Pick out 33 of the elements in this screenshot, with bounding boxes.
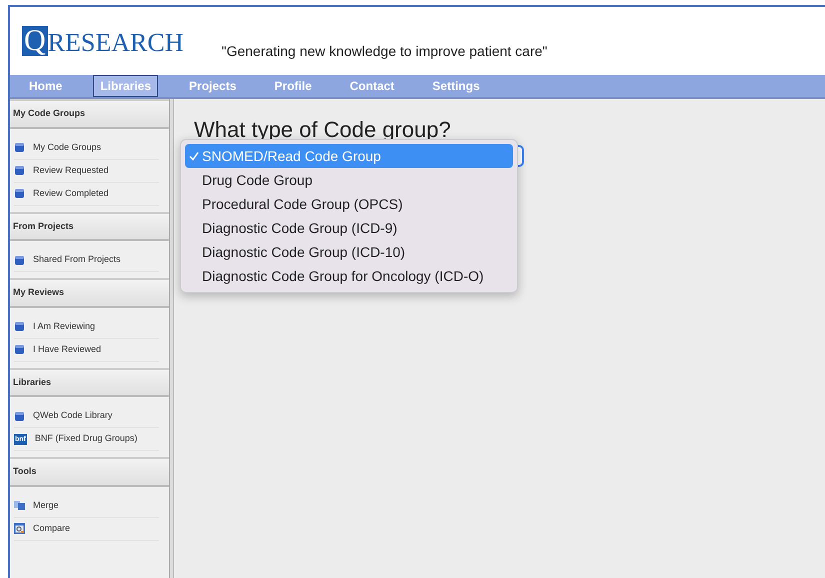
sidebar-link[interactable]: Merge [33,498,59,512]
sidebar-link[interactable]: My Code Groups [33,140,102,154]
dropdown-option[interactable]: Diagnostic Code Group for Oncology (ICD-O) [185,264,513,288]
cube-icon [14,321,25,332]
sidebar-link[interactable]: BNF (Fixed Drug Groups) [34,432,138,446]
compare-icon [14,523,25,534]
section-header: Libraries [10,368,169,397]
cube-icon [14,344,25,355]
section-header: My Code Groups [10,99,169,128]
dropdown-option[interactable]: Procedural Code Group (OPCS) [185,192,513,216]
dropdown-option[interactable]: Diagnostic Code Group (ICD-9) [185,216,513,240]
cube-icon [14,165,25,176]
sidebar-link[interactable]: QWeb Code Library [33,409,112,423]
cube-icon [14,188,25,199]
dropdown-option[interactable]: Drug Code Group [185,168,513,192]
logo-wordmark: RESEARCH [48,30,184,56]
logo-initial: Q [22,26,48,56]
cube-icon [14,410,25,422]
sidebar-link[interactable]: Review Completed [33,186,109,200]
section-header: From Projects [10,212,169,241]
tagline: "Generating new knowledge to improve patient care" [221,42,548,61]
cube-icon [14,254,25,266]
section-header: My Reviews [10,278,169,308]
sidebar-link[interactable]: I Am Reviewing [33,320,96,334]
sidebar-link[interactable]: Shared From Projects [33,253,121,267]
section-header: Tools [10,457,169,486]
sidebar-link[interactable]: Review Requested [33,164,109,178]
cube-icon [14,142,25,153]
documents-icon [14,500,25,511]
sidebar-link[interactable]: I Have Reviewed [33,342,102,356]
dropdown-option[interactable]: Diagnostic Code Group (ICD-10) [185,240,513,264]
sidebar-link[interactable]: Compare [33,522,70,536]
check-icon [189,151,199,161]
